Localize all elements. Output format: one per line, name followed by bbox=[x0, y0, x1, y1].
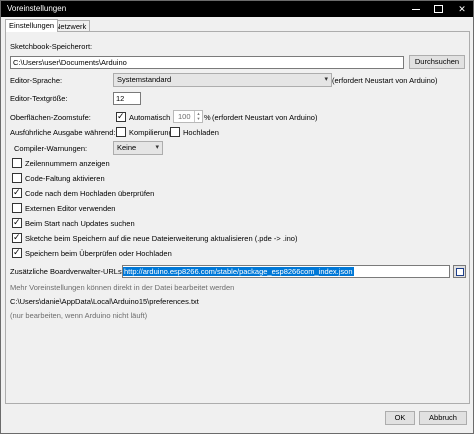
zoom-unit: % bbox=[204, 113, 211, 122]
sketchbook-path-input[interactable]: C:\Users\user\Documents\Arduino bbox=[10, 56, 404, 69]
chevron-down-icon: ▾ bbox=[324, 76, 328, 83]
chevron-down-icon: ▾ bbox=[155, 144, 159, 151]
option-check-updates-checkbox[interactable]: ✓ bbox=[12, 217, 22, 228]
verbose-compile-label: Kompilierung bbox=[129, 128, 173, 137]
window-title: Voreinstellungen bbox=[7, 4, 67, 13]
editor-language-select[interactable]: Systemstandard ▾ bbox=[113, 73, 332, 87]
browse-button[interactable]: Durchsuchen bbox=[409, 55, 465, 69]
checkmark-icon: ✓ bbox=[13, 217, 21, 227]
editor-language-note: (erfordert Neustart von Arduino) bbox=[332, 76, 438, 85]
compiler-warnings-value: Keine bbox=[117, 143, 137, 152]
option-verify-after-upload-label: Code nach dem Hochladen überprüfen bbox=[25, 189, 155, 198]
option-update-extension-label: Sketche beim Speichern auf die neue Date… bbox=[25, 234, 298, 243]
board-url-list-button[interactable] bbox=[453, 265, 466, 278]
minimize-icon bbox=[412, 8, 420, 10]
option-code-folding-checkbox[interactable] bbox=[12, 173, 22, 183]
title-bar[interactable]: Voreinstellungen ✕ bbox=[1, 1, 473, 17]
option-check-updates-label: Beim Start nach Updates suchen bbox=[25, 219, 135, 228]
zoom-note: (erfordert Neustart von Arduino) bbox=[212, 113, 318, 122]
editor-language-label: Editor-Sprache: bbox=[10, 76, 63, 85]
option-external-editor-label: Externen Editor verwenden bbox=[25, 204, 116, 213]
board-manager-url-input[interactable]: http://arduino.esp8266.com/stable/packag… bbox=[122, 265, 450, 278]
verbose-upload-checkbox[interactable] bbox=[170, 127, 180, 137]
ui-zoom-label: Oberflächen-Zoomstufe: bbox=[10, 113, 91, 122]
board-manager-label: Zusätzliche Boardverwalter-URLs: bbox=[10, 267, 124, 276]
option-save-on-verify-checkbox[interactable]: ✓ bbox=[12, 247, 22, 258]
zoom-auto-checkbox[interactable]: ✓ bbox=[116, 111, 126, 122]
compiler-warnings-label: Compiler-Warnungen: bbox=[14, 144, 88, 153]
window-list-icon bbox=[456, 268, 464, 276]
settings-panel: Sketchbook-Speicherort: C:\Users\user\Do… bbox=[5, 31, 470, 404]
checkmark-icon: ✓ bbox=[13, 232, 21, 242]
checkmark-icon: ✓ bbox=[13, 247, 21, 257]
close-icon: ✕ bbox=[458, 3, 466, 14]
font-size-label: Editor-Textgröße: bbox=[10, 94, 68, 103]
option-code-folding-label: Code-Faltung aktivieren bbox=[25, 174, 105, 183]
option-line-numbers-label: Zeilennummern anzeigen bbox=[25, 159, 110, 168]
close-button[interactable]: ✕ bbox=[451, 1, 473, 17]
verbose-upload-label: Hochladen bbox=[183, 128, 219, 137]
board-manager-url-text: http://arduino.esp8266.com/stable/packag… bbox=[123, 267, 354, 276]
preferences-window: Voreinstellungen ✕ Einstellungen Netzwer… bbox=[0, 0, 474, 434]
zoom-auto-label: Automatisch bbox=[129, 113, 171, 122]
compiler-warnings-select[interactable]: Keine ▾ bbox=[113, 141, 163, 155]
more-prefs-hint: Mehr Voreinstellungen können direkt in d… bbox=[10, 283, 235, 292]
checkmark-icon: ✓ bbox=[13, 187, 21, 197]
tab-einstellungen[interactable]: Einstellungen bbox=[5, 19, 59, 32]
option-update-extension-checkbox[interactable]: ✓ bbox=[12, 232, 22, 243]
option-external-editor-checkbox[interactable] bbox=[12, 203, 22, 213]
option-verify-after-upload-checkbox[interactable]: ✓ bbox=[12, 187, 22, 198]
maximize-button[interactable] bbox=[427, 1, 449, 17]
sketchbook-label: Sketchbook-Speicherort: bbox=[10, 42, 93, 51]
option-save-on-verify-label: Speichern beim Überprüfen oder Hochladen bbox=[25, 249, 172, 258]
verbose-compile-checkbox[interactable] bbox=[116, 127, 126, 137]
ok-button[interactable]: OK bbox=[385, 411, 415, 425]
zoom-value: 100 bbox=[178, 112, 191, 121]
maximize-icon bbox=[433, 5, 443, 13]
edit-note: (nur bearbeiten, wenn Arduino nicht läuf… bbox=[10, 311, 148, 320]
cancel-button[interactable]: Abbruch bbox=[419, 411, 467, 425]
minimize-button[interactable] bbox=[405, 1, 427, 17]
option-line-numbers-checkbox[interactable] bbox=[12, 158, 22, 168]
editor-language-value: Systemstandard bbox=[117, 75, 172, 84]
preferences-file-path: C:\Users\danie\AppData\Local\Arduino15\p… bbox=[10, 297, 199, 306]
checkmark-icon: ✓ bbox=[117, 111, 125, 121]
font-size-input[interactable]: 12 bbox=[113, 92, 141, 105]
verbose-output-label: Ausführliche Ausgabe während: bbox=[10, 128, 116, 137]
spinner-arrows-icon[interactable]: ▲ ▼ bbox=[194, 111, 202, 122]
zoom-spinner[interactable]: 100 ▲ ▼ bbox=[173, 110, 203, 123]
